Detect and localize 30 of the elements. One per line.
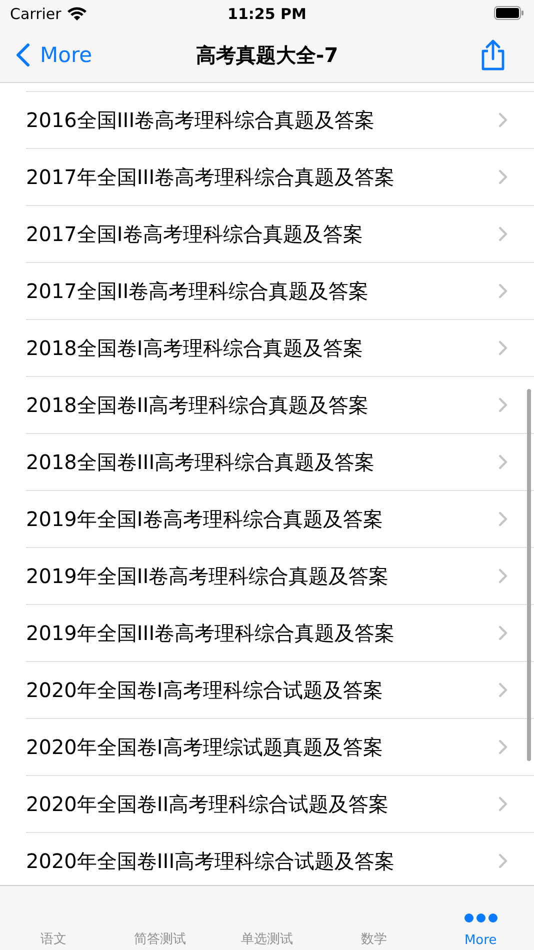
battery-icon — [494, 6, 524, 20]
wifi-icon — [67, 7, 88, 21]
chevron-right-icon — [498, 340, 508, 356]
chevron-right-icon — [498, 739, 508, 755]
share-icon[interactable] — [480, 39, 506, 71]
more-icon — [464, 913, 498, 923]
chevron-left-icon — [16, 43, 30, 67]
status-time: 11:25 PM — [226, 5, 308, 23]
list-row[interactable]: 2018全国卷I高考理科综合真题及答案 — [26, 320, 534, 377]
nav-title: 高考真题大全-7 — [194, 42, 340, 68]
chevron-right-icon — [498, 169, 508, 185]
chevron-right-icon — [498, 511, 508, 527]
chevron-right-icon — [498, 625, 508, 641]
chevron-right-icon — [498, 397, 508, 413]
tab-item[interactable]: More — [427, 886, 534, 950]
carrier-label: Carrier — [10, 5, 62, 23]
chevron-right-icon — [498, 226, 508, 242]
list-row[interactable]: 2020年全国卷II高考理科综合试题及答案 — [26, 776, 534, 833]
chevron-right-icon — [498, 853, 508, 869]
list-row[interactable]: 2017年全国III卷高考理科综合真题及答案 — [26, 149, 534, 206]
chevron-right-icon — [498, 112, 508, 128]
chevron-right-icon — [498, 682, 508, 698]
chevron-right-icon — [498, 454, 508, 470]
list-row[interactable]: 2017全国I卷高考理科综合真题及答案 — [26, 206, 534, 263]
chevron-right-icon — [498, 283, 508, 299]
chevron-right-icon — [498, 568, 508, 584]
list-row[interactable]: 2016全国III卷高考理科综合真题及答案 — [26, 92, 534, 149]
back-button[interactable]: More — [16, 43, 92, 67]
list-row[interactable]: 2017全国II卷高考理科综合真题及答案 — [26, 263, 534, 320]
chevron-right-icon — [498, 796, 508, 812]
